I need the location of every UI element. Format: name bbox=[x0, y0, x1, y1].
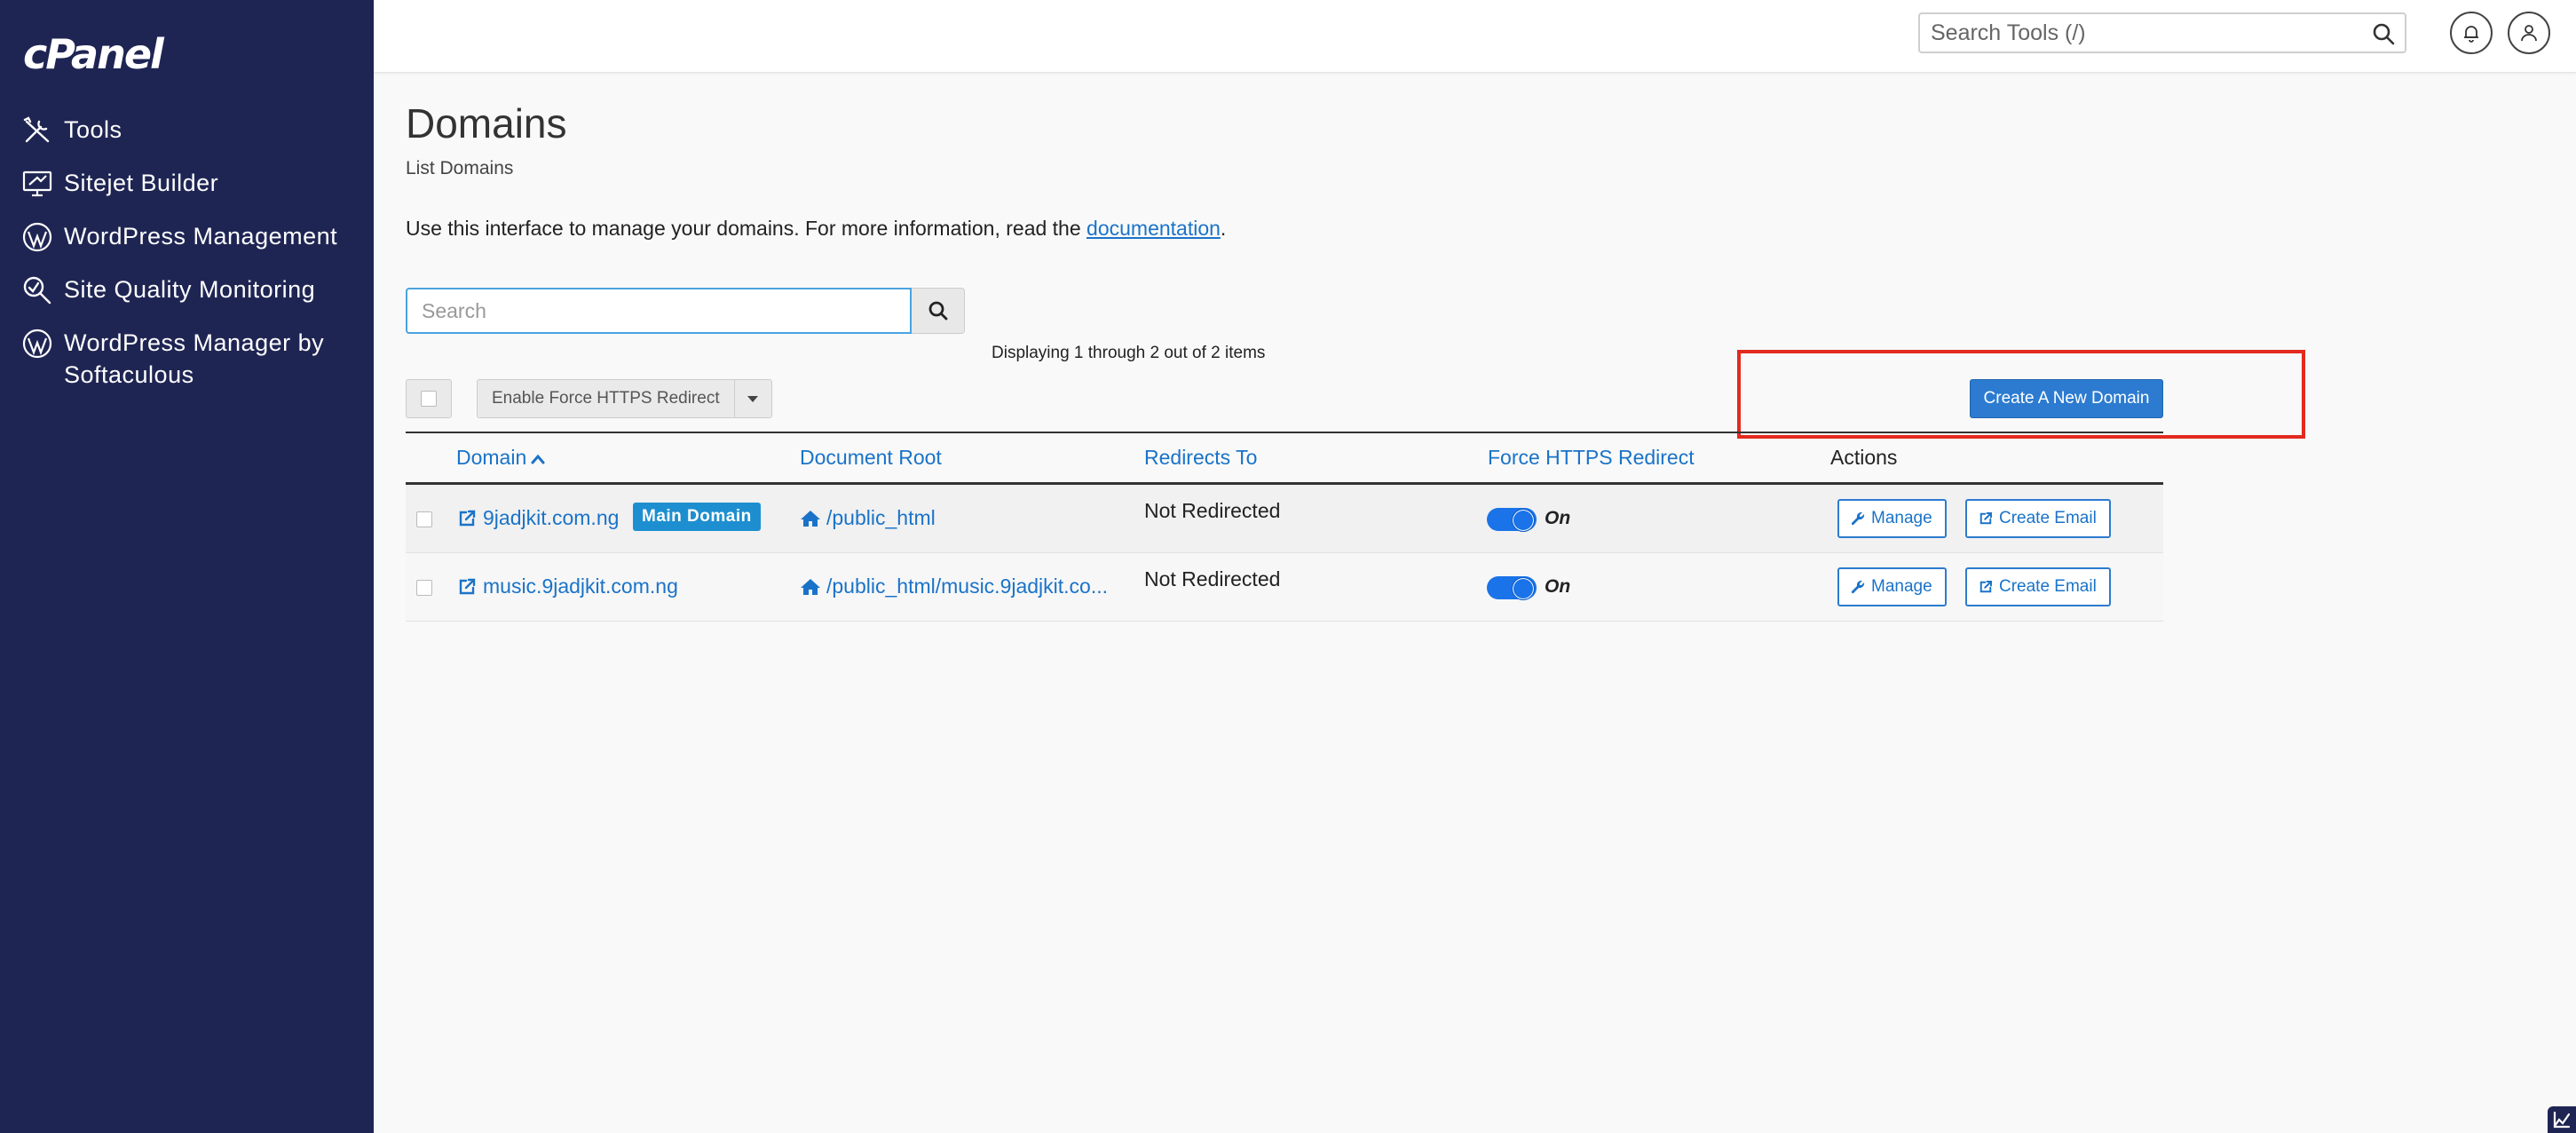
user-menu-button[interactable] bbox=[2508, 12, 2550, 54]
bell-icon bbox=[2464, 26, 2478, 43]
external-link-icon bbox=[459, 578, 476, 594]
header-force-https[interactable]: Force HTTPS Redirect bbox=[1488, 446, 1695, 470]
manage-label: Manage bbox=[1871, 509, 1932, 527]
user-icon bbox=[2521, 25, 2537, 42]
sidebar: cPanel Tools Sitejet Builder WordPress M… bbox=[0, 0, 374, 1133]
domain-name: 9jadjkit.com.ng bbox=[483, 506, 620, 529]
table-row: music.9jadjkit.com.ng /public_html/music… bbox=[406, 553, 2163, 622]
manage-button[interactable]: Manage bbox=[1837, 567, 1947, 606]
select-all-checkbox[interactable] bbox=[406, 379, 452, 418]
row-checkbox[interactable] bbox=[416, 580, 432, 596]
external-link-icon bbox=[1979, 581, 1992, 593]
pagination-summary: Displaying 1 through 2 out of 2 items bbox=[992, 344, 1266, 362]
search-icon bbox=[928, 301, 947, 321]
force-https-state: On bbox=[1545, 576, 1571, 597]
external-link-icon bbox=[459, 510, 476, 526]
notifications-button[interactable] bbox=[2450, 12, 2493, 54]
manage-label: Manage bbox=[1871, 577, 1932, 596]
intro-period: . bbox=[1220, 217, 1227, 240]
stats-widget-button[interactable] bbox=[2548, 1106, 2576, 1133]
bulk-action-group: Enable Force HTTPS Redirect bbox=[477, 379, 772, 418]
sidebar-item-wordpress-management[interactable]: WordPress Management bbox=[0, 220, 374, 254]
sidebar-item-wordpress-manager-softaculous[interactable]: WordPress Manager by Softaculous bbox=[0, 327, 374, 391]
tool-search bbox=[1918, 12, 2406, 53]
header-label: Domain bbox=[456, 446, 527, 469]
chart-icon bbox=[2553, 1111, 2571, 1129]
domain-search-button[interactable] bbox=[912, 288, 965, 334]
page-title: Domains bbox=[406, 100, 567, 147]
domain-search-input[interactable] bbox=[406, 288, 912, 334]
documentation-link[interactable]: documentation bbox=[1087, 217, 1221, 240]
row-checkbox[interactable] bbox=[416, 511, 432, 527]
header-document-root[interactable]: Document Root bbox=[800, 446, 942, 470]
cpanel-logo[interactable]: cPanel bbox=[23, 30, 164, 78]
topbar bbox=[374, 0, 2576, 73]
wrench-icon bbox=[1851, 580, 1865, 594]
document-root-link[interactable]: /public_html bbox=[800, 506, 936, 530]
tool-search-input[interactable] bbox=[1920, 14, 2346, 52]
home-icon bbox=[801, 578, 820, 595]
sidebar-item-label: Site Quality Monitoring bbox=[64, 276, 316, 303]
domains-table: Domain Document Root Redirects To Force … bbox=[406, 432, 2163, 622]
force-https-state: On bbox=[1545, 508, 1571, 528]
document-root-path: /public_html/music.9jadjkit.co... bbox=[826, 574, 1109, 598]
table-row: 9jadjkit.com.ng Main Domain /public_html… bbox=[406, 485, 2163, 553]
sidebar-item-label: Tools bbox=[64, 116, 122, 143]
create-email-label: Create Email bbox=[1999, 509, 2097, 527]
home-icon bbox=[801, 510, 820, 527]
domain-link[interactable]: music.9jadjkit.com.ng bbox=[456, 574, 678, 598]
quality-monitor-icon bbox=[20, 273, 55, 307]
header-actions: Actions bbox=[1830, 446, 1898, 469]
main-domain-badge: Main Domain bbox=[633, 503, 761, 531]
sitejet-icon bbox=[20, 167, 55, 201]
wordpress-icon bbox=[20, 327, 55, 360]
domain-name: music.9jadjkit.com.ng bbox=[483, 574, 678, 598]
intro-sentence: Use this interface to manage your domain… bbox=[406, 217, 1087, 240]
create-email-button[interactable]: Create Email bbox=[1965, 499, 2111, 538]
domain-search-group bbox=[406, 288, 965, 334]
redirects-to-value: Not Redirected bbox=[1144, 499, 1281, 522]
force-https-toggle[interactable] bbox=[1487, 508, 1537, 532]
checkbox-box bbox=[421, 391, 437, 407]
wordpress-icon bbox=[20, 220, 55, 254]
sort-ascending-icon bbox=[531, 454, 545, 464]
header-domain[interactable]: Domain bbox=[456, 446, 546, 470]
sidebar-nav: Tools Sitejet Builder WordPress Manageme… bbox=[0, 114, 374, 410]
header-redirects-to[interactable]: Redirects To bbox=[1144, 446, 1257, 470]
sidebar-item-tools[interactable]: Tools bbox=[0, 114, 374, 147]
table-header: Domain Document Root Redirects To Force … bbox=[406, 433, 2163, 485]
redirects-to-value: Not Redirected bbox=[1144, 567, 1281, 590]
document-root-path: /public_html bbox=[826, 506, 936, 529]
wrench-icon bbox=[1851, 511, 1865, 526]
sidebar-item-site-quality[interactable]: Site Quality Monitoring bbox=[0, 273, 374, 307]
sidebar-item-label: Sitejet Builder bbox=[64, 170, 219, 196]
create-email-label: Create Email bbox=[1999, 577, 2097, 596]
page-subtitle: List Domains bbox=[406, 158, 514, 178]
chevron-down-icon bbox=[747, 395, 759, 402]
domain-link[interactable]: 9jadjkit.com.ng bbox=[456, 506, 619, 530]
sidebar-item-sitejet[interactable]: Sitejet Builder bbox=[0, 167, 374, 201]
force-https-toggle[interactable] bbox=[1487, 576, 1537, 600]
bulk-action-dropdown[interactable] bbox=[734, 379, 772, 418]
intro-text: Use this interface to manage your domain… bbox=[406, 217, 1226, 241]
create-new-domain-button[interactable]: Create A New Domain bbox=[1970, 379, 2163, 418]
external-link-icon bbox=[1979, 512, 1992, 525]
sidebar-item-label: WordPress Manager by Softaculous bbox=[64, 329, 325, 388]
sidebar-item-label: WordPress Management bbox=[64, 223, 338, 250]
tools-icon bbox=[20, 114, 55, 147]
create-email-button[interactable]: Create Email bbox=[1965, 567, 2111, 606]
enable-force-https-button[interactable]: Enable Force HTTPS Redirect bbox=[477, 379, 735, 418]
document-root-link[interactable]: /public_html/music.9jadjkit.co... bbox=[800, 574, 1108, 598]
manage-button[interactable]: Manage bbox=[1837, 499, 1947, 538]
search-icon[interactable] bbox=[2371, 21, 2396, 46]
